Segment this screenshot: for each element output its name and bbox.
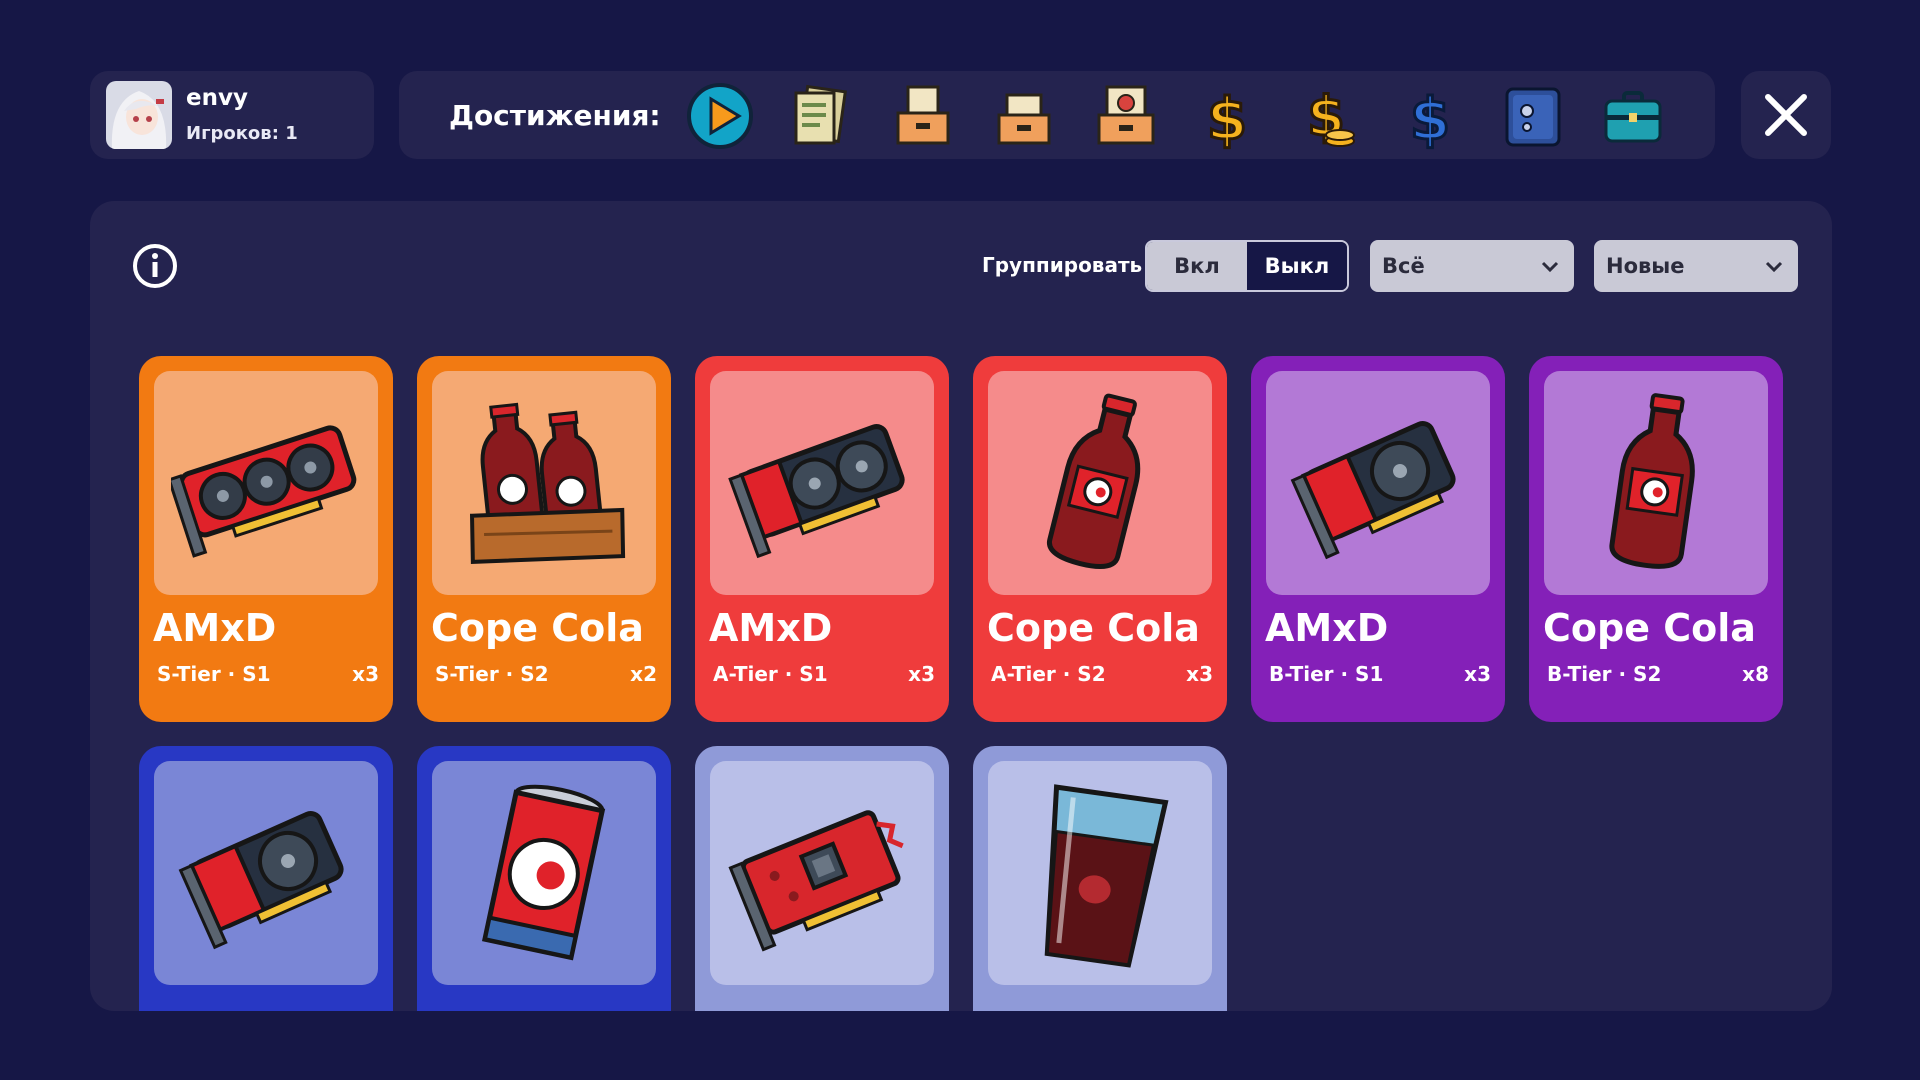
achievements-bar: Достижения: $ $ $ [399, 71, 1715, 159]
item-card[interactable]: Cope Cola A-Tier · S2 x3 [973, 356, 1227, 722]
profile-card[interactable]: envy Игроков: 1 [90, 71, 374, 159]
players-count: Игроков: 1 [186, 123, 298, 144]
cola-can-icon [432, 761, 656, 985]
svg-text:$: $ [1207, 85, 1247, 151]
toggle-on-button[interactable]: Вкл [1147, 242, 1247, 290]
close-icon [1765, 94, 1807, 136]
chevron-down-icon [1765, 261, 1783, 273]
play-icon[interactable] [685, 81, 755, 151]
item-card[interactable] [695, 746, 949, 1011]
sort-select[interactable]: Новые [1594, 240, 1798, 292]
item-card[interactable] [417, 746, 671, 1011]
item-name: AMxD [1265, 606, 1389, 650]
category-select[interactable]: Всё [1370, 240, 1574, 292]
player-name: envy [186, 85, 248, 111]
item-tier: S-Tier · S1 [157, 662, 271, 686]
item-count: x3 [908, 662, 935, 686]
item-card[interactable]: Cope Cola S-Tier · S2 x2 [417, 356, 671, 722]
group-toggle[interactable]: Вкл Выкл [1145, 240, 1349, 292]
svg-text:$: $ [1410, 85, 1450, 151]
blue-dollar-icon[interactable]: $ [1395, 81, 1465, 155]
info-icon[interactable] [132, 243, 178, 289]
category-value: Всё [1382, 254, 1425, 278]
item-tier: A-Tier · S1 [713, 662, 828, 686]
item-card[interactable]: AMxD A-Tier · S1 x3 [695, 356, 949, 722]
folder-box-icon[interactable] [888, 81, 958, 151]
gpu-broken-icon [710, 761, 934, 985]
cola-bottle-icon [988, 371, 1212, 595]
item-name: Cope Cola [431, 606, 644, 650]
players-label: Игроков: [186, 123, 279, 144]
dollar-coins-icon[interactable]: $ [1294, 81, 1364, 151]
item-name: Cope Cola [987, 606, 1200, 650]
item-name: Cope Cola [1543, 606, 1756, 650]
item-count: x3 [1464, 662, 1491, 686]
chevron-down-icon [1541, 261, 1559, 273]
item-tier: S-Tier · S2 [435, 662, 549, 686]
achievements-label: Достижения: [449, 99, 661, 132]
item-tier: A-Tier · S2 [991, 662, 1106, 686]
gpu-dual-fan-icon [710, 371, 934, 595]
item-name: AMxD [709, 606, 833, 650]
toggle-off-button[interactable]: Выкл [1247, 242, 1347, 290]
item-card[interactable]: AMxD S-Tier · S1 x3 [139, 356, 393, 722]
gpu-triple-fan-icon [154, 371, 378, 595]
item-tier: B-Tier · S1 [1269, 662, 1384, 686]
sort-value: Новые [1606, 254, 1685, 278]
players-value: 1 [285, 123, 298, 144]
cola-glass-icon [988, 761, 1212, 985]
item-count: x8 [1742, 662, 1769, 686]
briefcase-icon[interactable] [1598, 81, 1668, 151]
item-name: AMxD [153, 606, 277, 650]
item-card[interactable] [139, 746, 393, 1011]
item-count: x2 [630, 662, 657, 686]
file-box-icon[interactable] [989, 81, 1059, 151]
gpu-single-fan-icon [154, 761, 378, 985]
gold-dollar-icon[interactable]: $ [1192, 81, 1262, 155]
close-button[interactable] [1741, 71, 1831, 159]
avatar [106, 81, 172, 149]
group-label: Группировать [982, 253, 1143, 277]
safe-icon[interactable] [1497, 81, 1567, 151]
inventory-panel: Группировать Вкл Выкл Всё Новые AMxD S-T… [90, 201, 1832, 1011]
gpu-single-fan-icon [1266, 371, 1490, 595]
item-card[interactable] [973, 746, 1227, 1011]
item-count: x3 [352, 662, 379, 686]
cola-crate-icon [432, 371, 656, 595]
cola-bottle-icon [1544, 371, 1768, 595]
item-count: x3 [1186, 662, 1213, 686]
certificate-box-icon[interactable] [1091, 81, 1161, 151]
item-card[interactable]: Cope Cola B-Tier · S2 x8 [1529, 356, 1783, 722]
item-tier: B-Tier · S2 [1547, 662, 1662, 686]
documents-icon[interactable] [786, 81, 856, 151]
item-card[interactable]: AMxD B-Tier · S1 x3 [1251, 356, 1505, 722]
